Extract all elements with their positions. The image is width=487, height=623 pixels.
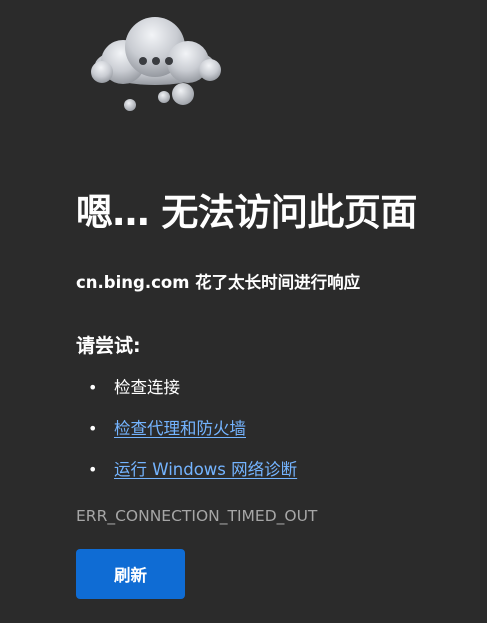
error-page: 嗯… 无法访问此页面 cn.bing.com 花了太长时间进行响应 请尝试: •…: [0, 0, 487, 623]
error-code: ERR_CONNECTION_TIMED_OUT: [76, 507, 318, 525]
suggestion-check-connection: • 检查连接: [76, 374, 297, 415]
cloud-with-speech-dots-icon: [91, 17, 221, 111]
try-heading: 请尝试:: [76, 335, 141, 357]
suggestions-list: • 检查连接 • 检查代理和防火墙 • 运行 Windows 网络诊断: [76, 374, 297, 497]
speech-dots: [139, 57, 173, 65]
suggestion-label: 检查连接: [114, 378, 180, 397]
refresh-button[interactable]: 刷新: [76, 549, 185, 599]
bullet: •: [88, 419, 98, 438]
bullet: •: [88, 460, 98, 479]
suggestion-check-proxy-firewall: • 检查代理和防火墙: [76, 415, 297, 456]
run-network-diagnostics-link[interactable]: 运行 Windows 网络诊断: [114, 460, 297, 479]
page-title: 嗯… 无法访问此页面: [76, 191, 417, 234]
check-proxy-firewall-link[interactable]: 检查代理和防火墙: [114, 419, 246, 438]
bullet: •: [88, 378, 98, 397]
error-description: cn.bing.com 花了太长时间进行响应: [76, 273, 361, 292]
suggestion-network-diagnostics: • 运行 Windows 网络诊断: [76, 456, 297, 497]
